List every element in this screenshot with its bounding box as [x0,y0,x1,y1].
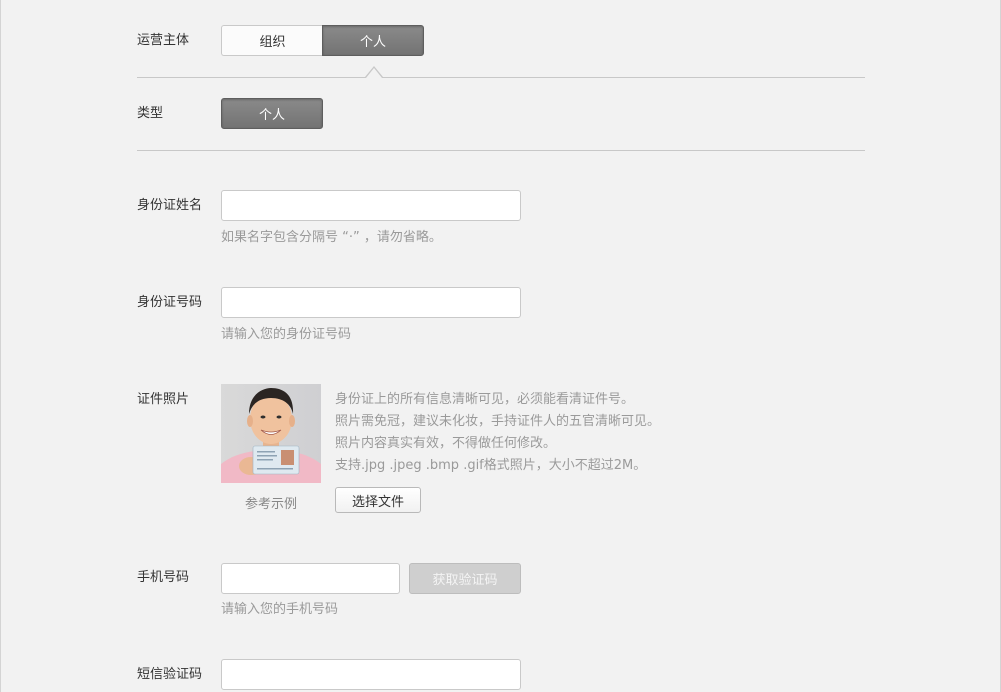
sms-code-input[interactable] [221,659,521,690]
get-code-button[interactable]: 获取验证码 [409,563,521,594]
photo-requirement-4: 支持.jpg .jpeg .bmp .gif格式照片，大小不超过2M。 [335,458,647,473]
section-divider-type [137,150,865,151]
operator-option-organization[interactable]: 组织 [221,25,323,56]
type-individual-button[interactable]: 个人 [221,98,323,129]
example-photo-image [221,384,321,483]
example-photo [221,384,321,483]
phone-label: 手机号码 [137,570,190,585]
operator-option-individual[interactable]: 个人 [322,25,424,56]
operator-label: 运营主体 [137,33,190,48]
photo-requirement-3: 照片内容真实有效，不得做任何修改。 [335,436,557,451]
selection-pointer-fill [366,68,382,78]
phone-input[interactable] [221,563,400,594]
id-photo-label: 证件照片 [137,392,190,407]
id-name-label: 身份证姓名 [137,198,203,213]
id-name-input[interactable] [221,190,521,221]
photo-requirement-1: 身份证上的所有信息清晰可见，必须能看清证件号。 [335,392,635,407]
section-divider-top [137,77,865,78]
phone-hint: 请输入您的手机号码 [221,602,339,617]
id-number-label: 身份证号码 [137,295,203,310]
choose-file-button[interactable]: 选择文件 [335,487,421,513]
frame-edge-left [0,0,1,692]
id-number-hint: 请输入您的身份证号码 [221,327,352,342]
id-name-hint: 如果名字包含分隔号 “·” ，请勿省略。 [221,230,442,245]
sms-code-label: 短信验证码 [137,667,203,682]
example-photo-caption: 参考示例 [244,497,297,512]
type-label: 类型 [137,106,164,121]
photo-requirement-2: 照片需免冠，建议未化妆，手持证件人的五官清晰可见。 [335,414,661,429]
id-number-input[interactable] [221,287,521,318]
